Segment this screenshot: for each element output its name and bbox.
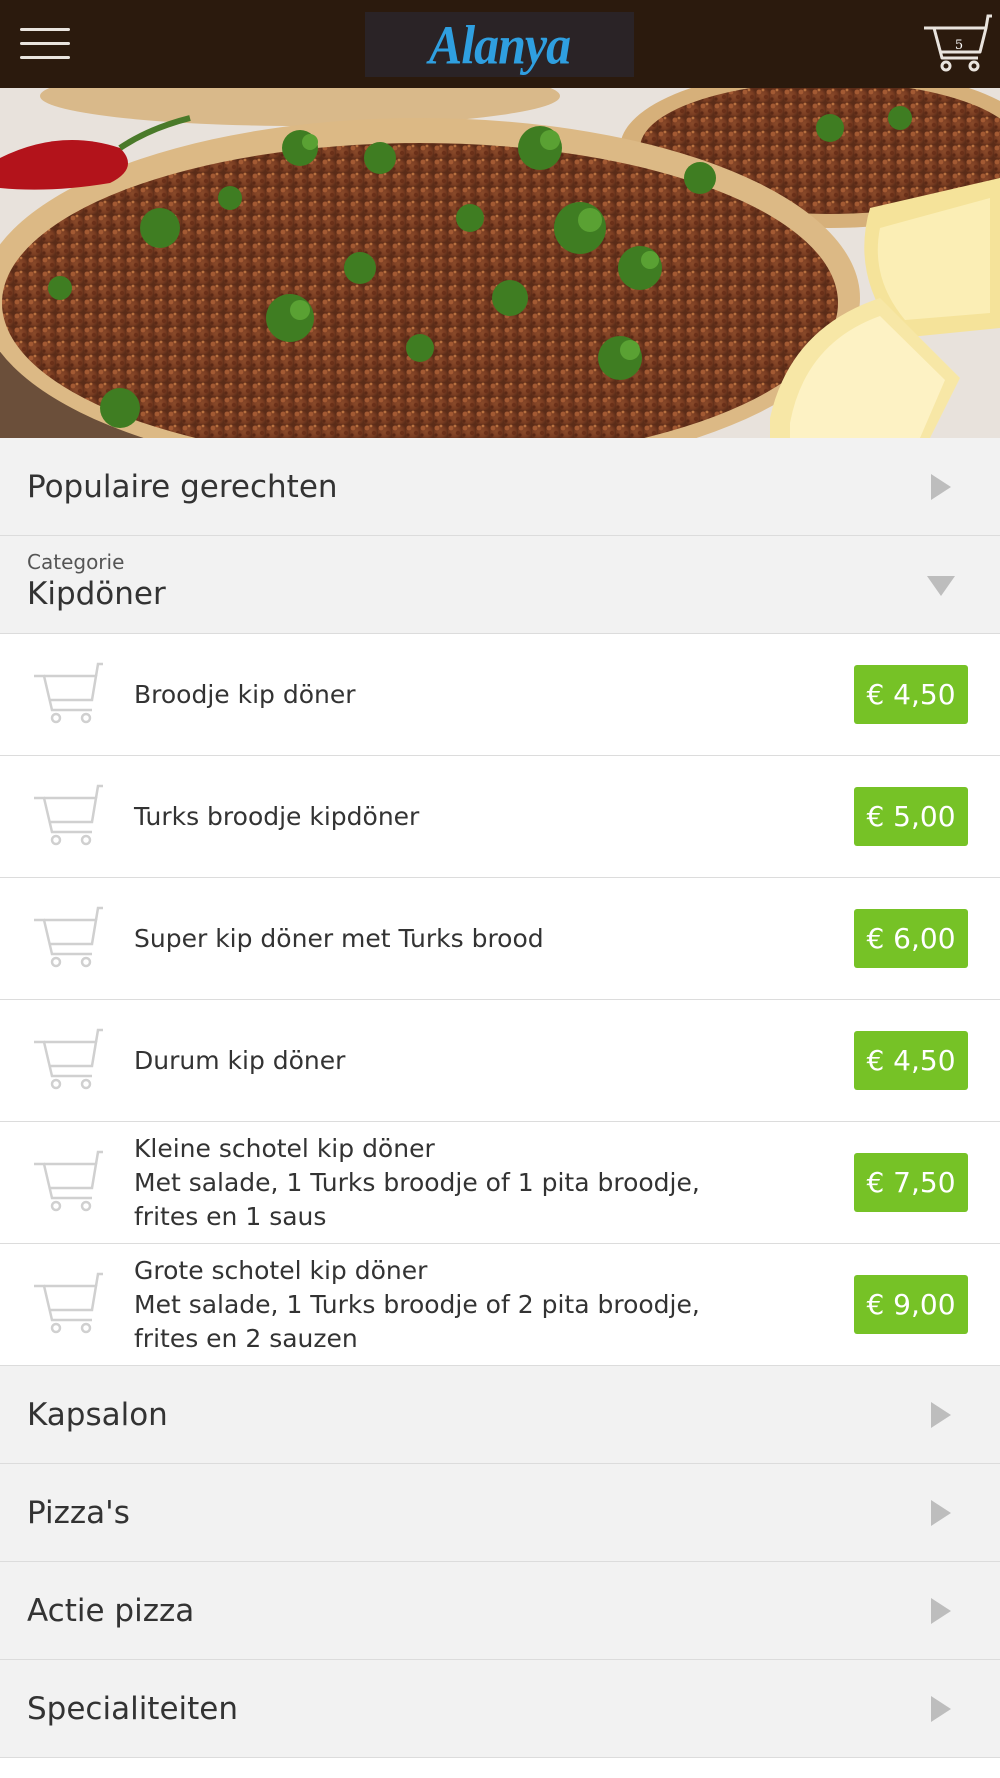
item-title: Super kip döner met Turks brood xyxy=(134,923,544,953)
shopping-cart-button[interactable]: 5 xyxy=(922,12,992,76)
lahmacun-photo xyxy=(0,88,1000,438)
category-row-kapsalon[interactable]: Kapsalon xyxy=(0,1366,1000,1464)
chevron-right-icon xyxy=(931,473,951,500)
menu-item-name: Durum kip döner xyxy=(134,1044,734,1078)
item-title: Kleine schotel kip döner xyxy=(134,1133,435,1163)
logo[interactable]: Alanya xyxy=(365,12,634,77)
category-label: Specialiteiten xyxy=(27,1690,239,1727)
app-content: Alanya 5 Populaire gerechten Categorie K… xyxy=(0,0,1000,1778)
item-title: Durum kip döner xyxy=(134,1045,346,1075)
popular-dishes-row[interactable]: Populaire gerechten xyxy=(0,438,1000,536)
add-to-cart-icon[interactable] xyxy=(32,1150,104,1214)
category-row-pizzas[interactable]: Pizza's xyxy=(0,1464,1000,1562)
add-to-cart-icon[interactable] xyxy=(32,1272,104,1336)
price-button[interactable]: € 5,00 xyxy=(854,787,968,846)
category-label: Actie pizza xyxy=(27,1592,195,1629)
add-to-cart-icon[interactable] xyxy=(32,662,104,726)
top-header: Alanya 5 xyxy=(0,0,1000,88)
item-description: Met salade, 1 Turks broodje of 1 pita br… xyxy=(134,1167,700,1231)
category-select[interactable]: Categorie Kipdöner xyxy=(0,536,1000,634)
hero-image xyxy=(0,88,1000,438)
hamburger-menu-icon[interactable] xyxy=(20,26,70,62)
price-button[interactable]: € 6,00 xyxy=(854,909,968,968)
logo-text: Alanya xyxy=(428,13,571,76)
menu-item[interactable]: Broodje kip döner € 4,50 xyxy=(0,634,1000,756)
menu-item-name: Super kip döner met Turks brood xyxy=(134,922,734,956)
chevron-right-icon xyxy=(931,1401,951,1428)
item-description: Met salade, 1 Turks broodje of 2 pita br… xyxy=(134,1289,700,1353)
category-current-value: Kipdöner xyxy=(27,576,166,612)
cart-count-badge: 5 xyxy=(954,38,964,53)
menu-item-name: Broodje kip döner xyxy=(134,678,734,712)
category-label: Kapsalon xyxy=(27,1396,168,1433)
category-small-label: Categorie xyxy=(27,550,125,574)
add-to-cart-icon[interactable] xyxy=(32,906,104,970)
category-row-actie-pizza[interactable]: Actie pizza xyxy=(0,1562,1000,1660)
menu-item[interactable]: Kleine schotel kip döner Met salade, 1 T… xyxy=(0,1122,1000,1244)
menu-item[interactable]: Super kip döner met Turks brood € 6,00 xyxy=(0,878,1000,1000)
add-to-cart-icon[interactable] xyxy=(32,784,104,848)
price-button[interactable]: € 4,50 xyxy=(854,1031,968,1090)
popular-dishes-label: Populaire gerechten xyxy=(27,468,338,505)
chevron-right-icon xyxy=(931,1597,951,1624)
add-to-cart-icon[interactable] xyxy=(32,1028,104,1092)
menu-item-name: Grote schotel kip döner Met salade, 1 Tu… xyxy=(134,1254,734,1356)
chevron-right-icon xyxy=(931,1499,951,1526)
item-title: Turks broodje kipdöner xyxy=(134,801,420,831)
chevron-right-icon xyxy=(931,1695,951,1722)
chevron-down-icon xyxy=(927,576,955,596)
price-button[interactable]: € 4,50 xyxy=(854,665,968,724)
price-button[interactable]: € 7,50 xyxy=(854,1153,968,1212)
category-label: Pizza's xyxy=(27,1494,130,1531)
item-title: Broodje kip döner xyxy=(134,679,356,709)
price-button[interactable]: € 9,00 xyxy=(854,1275,968,1334)
category-row-specialiteiten[interactable]: Specialiteiten xyxy=(0,1660,1000,1758)
menu-item[interactable]: Turks broodje kipdöner € 5,00 xyxy=(0,756,1000,878)
menu-item-name: Turks broodje kipdöner xyxy=(134,800,734,834)
item-title: Grote schotel kip döner xyxy=(134,1255,428,1285)
menu-item[interactable]: Durum kip döner € 4,50 xyxy=(0,1000,1000,1122)
menu-item-name: Kleine schotel kip döner Met salade, 1 T… xyxy=(134,1132,734,1234)
menu-item[interactable]: Grote schotel kip döner Met salade, 1 Tu… xyxy=(0,1244,1000,1366)
